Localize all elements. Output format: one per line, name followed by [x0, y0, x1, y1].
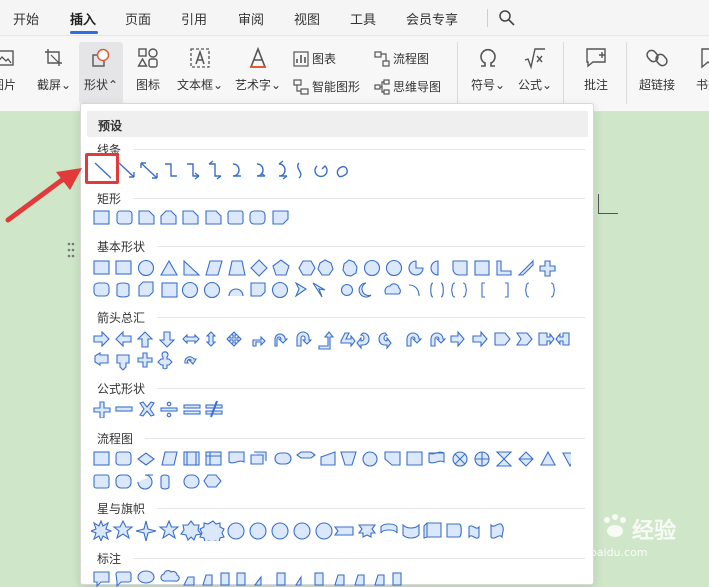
divider: [157, 246, 585, 247]
bookmark-icon: [701, 48, 709, 69]
shapes-dropdown: 预设 线条 矩形 基本形状 箭头总汇 公式形状 流程图 星与旗帜 标注: [80, 103, 594, 587]
tab-insert[interactable]: 插入: [70, 9, 96, 28]
formula-button[interactable]: 公式⌄: [513, 46, 557, 93]
symbol-label: 符号⌄: [470, 78, 506, 92]
screenshot-label: 截屏⌄: [36, 78, 72, 92]
divider: [626, 42, 627, 104]
link-icon: [646, 49, 668, 67]
smartart-label: 智能图形: [312, 80, 361, 94]
stars-banners-gallery: [91, 519, 504, 541]
ribbon-tab-bar: 开始 插入 页面 引用 审阅 视图 工具 会员专享: [0, 0, 709, 36]
category-stars-banners: 星与旗帜: [97, 502, 146, 516]
divider: [133, 149, 585, 150]
flowchart-icon: [374, 50, 390, 67]
comment-label: 批注: [583, 78, 608, 92]
divider: [157, 317, 585, 318]
mindmap-icon: [374, 78, 390, 95]
svg-text:jingyan.baidu.com: jingyan.baidu.com: [545, 546, 648, 559]
scissors-icon: [45, 49, 62, 66]
preset-header: 预设: [87, 111, 588, 137]
divider: [157, 388, 585, 389]
smartart-button[interactable]: 智能图形: [293, 78, 360, 95]
tab-view[interactable]: 视图: [294, 9, 320, 28]
wordart-label: 艺术字⌄: [234, 78, 282, 92]
category-callouts: 标注: [97, 552, 122, 566]
drag-handle-icon[interactable]: [66, 241, 76, 259]
mindmap-button[interactable]: 思维导图: [374, 78, 441, 95]
line-shape-highlight[interactable]: [85, 153, 119, 184]
rectangles-gallery: [93, 210, 289, 225]
tab-page[interactable]: 页面: [125, 9, 151, 28]
shapes-button[interactable]: 形状⌃: [79, 42, 123, 104]
comment-button[interactable]: 批注: [576, 46, 616, 93]
tab-tools[interactable]: 工具: [350, 9, 376, 28]
hyperlink-label: 超链接: [638, 78, 675, 92]
flowchart-label: 流程图: [393, 52, 430, 66]
chart-label: 图表: [312, 52, 337, 66]
picture-icon: [0, 50, 14, 66]
chart-button[interactable]: 图表: [293, 50, 336, 67]
basic-shapes-gallery: [93, 259, 556, 299]
divider: [133, 198, 585, 199]
search-icon[interactable]: [498, 9, 516, 27]
picture-label: 图片: [0, 78, 16, 92]
preset-label: 预设: [98, 119, 123, 133]
equation-shapes-gallery: [93, 400, 223, 418]
bookmark-button[interactable]: 书签: [688, 46, 709, 93]
callouts-gallery: [93, 570, 402, 587]
svg-text:Bai: Bai: [544, 515, 590, 545]
wordart-button[interactable]: 艺术字⌄: [232, 46, 284, 93]
tab-member[interactable]: 会员专享: [406, 9, 458, 28]
active-tab-indicator: [70, 31, 98, 34]
baidu-watermark-logo: Bai 经验 jingyan.baidu.com: [544, 514, 676, 559]
divider: [157, 508, 585, 509]
category-basic-shapes: 基本形状: [97, 240, 146, 254]
block-arrows-gallery: [93, 330, 570, 371]
divider: [487, 9, 488, 27]
divider: [457, 42, 458, 104]
flowchart-button[interactable]: 流程图: [374, 50, 429, 67]
shapes-icon: [92, 48, 110, 67]
chart-icon: [293, 50, 309, 67]
page-corner-mark: [598, 194, 618, 214]
textbox-icon: [190, 48, 210, 68]
flowchart-gallery: [93, 450, 571, 490]
textbox-button[interactable]: 文本框⌄: [175, 46, 225, 93]
divider: [563, 42, 564, 104]
icons-button[interactable]: 图标: [130, 46, 166, 93]
lines-gallery: [94, 160, 348, 180]
textbox-label: 文本框⌄: [176, 78, 224, 92]
omega-icon: [480, 48, 496, 67]
category-flowchart: 流程图: [97, 432, 134, 446]
divider: [145, 438, 585, 439]
icons-label: 图标: [135, 78, 160, 92]
shapes-label: 形状⌃: [83, 78, 119, 92]
symbol-button[interactable]: 符号⌄: [466, 46, 510, 93]
divider: [133, 558, 585, 559]
category-rectangles: 矩形: [97, 192, 122, 206]
icons-icon: [137, 48, 158, 68]
picture-button[interactable]: 图片: [0, 46, 22, 93]
wordart-icon: [250, 46, 266, 68]
bookmark-label: 书签: [695, 78, 709, 92]
category-equation-shapes: 公式形状: [97, 382, 146, 396]
pointer-arrow-annotation: [5, 168, 82, 223]
formula-label: 公式⌄: [517, 78, 553, 92]
formula-icon: [524, 48, 545, 70]
category-block-arrows: 箭头总汇: [97, 311, 146, 325]
ribbon-insert: 图片 截屏⌄ 形状⌃ 图标 文本框⌄ 艺术字⌄ 图表 智能图形 流程图 思维导图…: [0, 36, 709, 112]
tab-home[interactable]: 开始: [13, 9, 39, 28]
smartart-icon: [293, 78, 309, 95]
mindmap-label: 思维导图: [393, 80, 442, 94]
comment-icon: [586, 48, 606, 68]
hyperlink-button[interactable]: 超链接: [635, 46, 679, 93]
tab-review[interactable]: 审阅: [238, 9, 264, 28]
svg-text:经验: 经验: [632, 518, 676, 544]
tab-references[interactable]: 引用: [181, 9, 207, 28]
screenshot-button[interactable]: 截屏⌄: [34, 46, 74, 93]
